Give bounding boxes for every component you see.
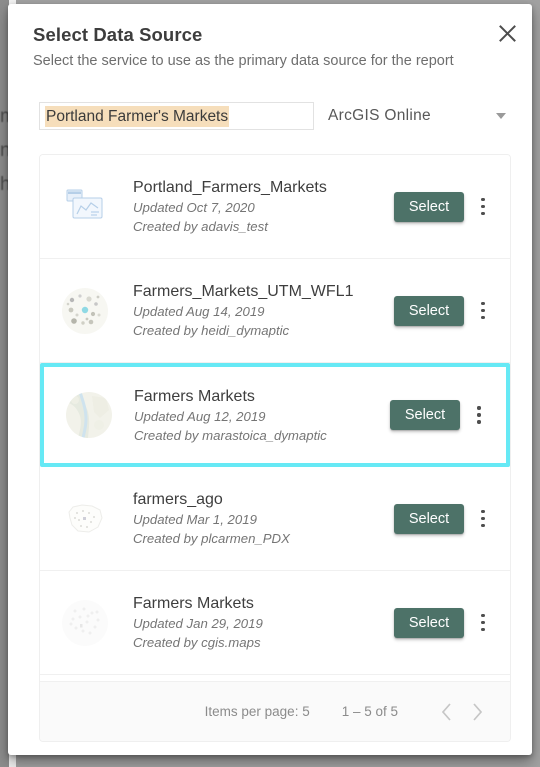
search-field-wrapper[interactable]: Portland Farmer's Markets: [39, 102, 314, 130]
list-item-title: Farmers_Markets_UTM_WFL1: [133, 283, 354, 300]
page-range-label: 1 – 5 of 5: [341, 704, 398, 719]
items-per-page-label: Items per page: 5: [204, 704, 310, 719]
list-item-created-by: Created by heidi_dymaptic: [133, 323, 290, 338]
list-item-meta: Farmers_Markets_UTM_WFL1 Updated Aug 14, …: [133, 281, 394, 340]
data-source-dropdown[interactable]: ArcGIS Online: [328, 102, 511, 130]
list-item-created-by: Created by plcarmen_PDX: [133, 531, 290, 546]
more-options-icon[interactable]: [470, 294, 496, 328]
select-button[interactable]: Select: [394, 607, 464, 638]
page-title: Select Data Source: [33, 24, 203, 45]
map-thumbnail-state-outline: [62, 495, 108, 542]
list-item[interactable]: Farmers Markets Updated Jan 29, 2019 Creat…: [40, 571, 510, 675]
more-options-icon[interactable]: [470, 606, 496, 640]
chevron-down-icon: [496, 113, 506, 119]
map-thumbnail-glyph: [62, 287, 108, 334]
map-thumbnail-glyph: [62, 599, 108, 646]
list-item-updated: Updated Aug 12, 2019: [134, 408, 266, 424]
list-item-updated: Updated Aug 14, 2019: [133, 304, 265, 319]
data-source-list: Portland_Farmers_Markets Updated Oct 7, 2…: [39, 154, 511, 742]
list-item[interactable]: Farmers Markets Updated Aug 12, 2019 Creat…: [40, 363, 510, 467]
select-button[interactable]: Select: [394, 191, 464, 222]
map-thumbnail-speckled: [62, 287, 108, 334]
select-button[interactable]: Select: [390, 400, 460, 430]
list-item-meta: Farmers Markets Updated Jan 29, 2019 Creat…: [133, 593, 394, 652]
chevron-left-icon[interactable]: [432, 697, 462, 727]
map-layers-icon: [62, 184, 108, 230]
select-data-source-dialog: Select Data Source Select the service to…: [8, 4, 532, 755]
close-glyph: [498, 24, 516, 42]
dialog-subtitle: Select the service to use as the primary…: [33, 53, 454, 69]
close-icon[interactable]: [492, 18, 522, 48]
list-item-updated: Updated Mar 1, 2019: [133, 512, 257, 527]
chevron-right-icon[interactable]: [462, 697, 492, 727]
list-item[interactable]: Farmers_Markets_UTM_WFL1 Updated Aug 14, …: [40, 259, 510, 363]
pagination-bar: Items per page: 5 1 – 5 of 5: [40, 681, 510, 741]
map-thumbnail-river: [66, 392, 112, 438]
list-item-updated: Updated Jan 29, 2019: [133, 616, 263, 631]
list-item-meta: farmers_ago Updated Mar 1, 2019 Created by…: [133, 489, 394, 548]
list-item-title: Farmers Markets: [134, 387, 255, 405]
select-button[interactable]: Select: [394, 503, 464, 534]
list-item-title: Portland_Farmers_Markets: [133, 179, 327, 196]
map-thumbnail-faint-dots: [62, 599, 108, 646]
list-item-created-by: Created by cgis.maps: [133, 635, 261, 650]
more-options-icon[interactable]: [466, 398, 492, 432]
next-page-glyph: [473, 702, 483, 721]
map-layers-glyph: [66, 189, 103, 218]
list-item-created-by: Created by adavis_test: [133, 219, 268, 234]
list-item[interactable]: farmers_ago Updated Mar 1, 2019 Created by…: [40, 467, 510, 571]
select-button[interactable]: Select: [394, 295, 464, 326]
list-item-title: Farmers Markets: [133, 595, 254, 612]
map-thumbnail-glyph: [66, 392, 112, 438]
list-item-created-by: Created by marastoica_dymaptic: [134, 427, 327, 443]
data-source-dropdown-value: ArcGIS Online: [328, 107, 431, 124]
prev-page-glyph: [441, 702, 451, 721]
more-options-icon[interactable]: [470, 502, 496, 536]
map-thumbnail-glyph: [62, 495, 108, 542]
list-item-meta: Farmers Markets Updated Aug 12, 2019 Creat…: [134, 386, 390, 445]
list-item-updated: Updated Oct 7, 2020: [133, 200, 255, 215]
list-item[interactable]: Portland_Farmers_Markets Updated Oct 7, 2…: [40, 155, 510, 259]
search-input[interactable]: [40, 103, 313, 129]
more-options-icon[interactable]: [470, 190, 496, 224]
list-item-title: farmers_ago: [133, 491, 223, 508]
list-item-meta: Portland_Farmers_Markets Updated Oct 7, 2…: [133, 177, 394, 236]
